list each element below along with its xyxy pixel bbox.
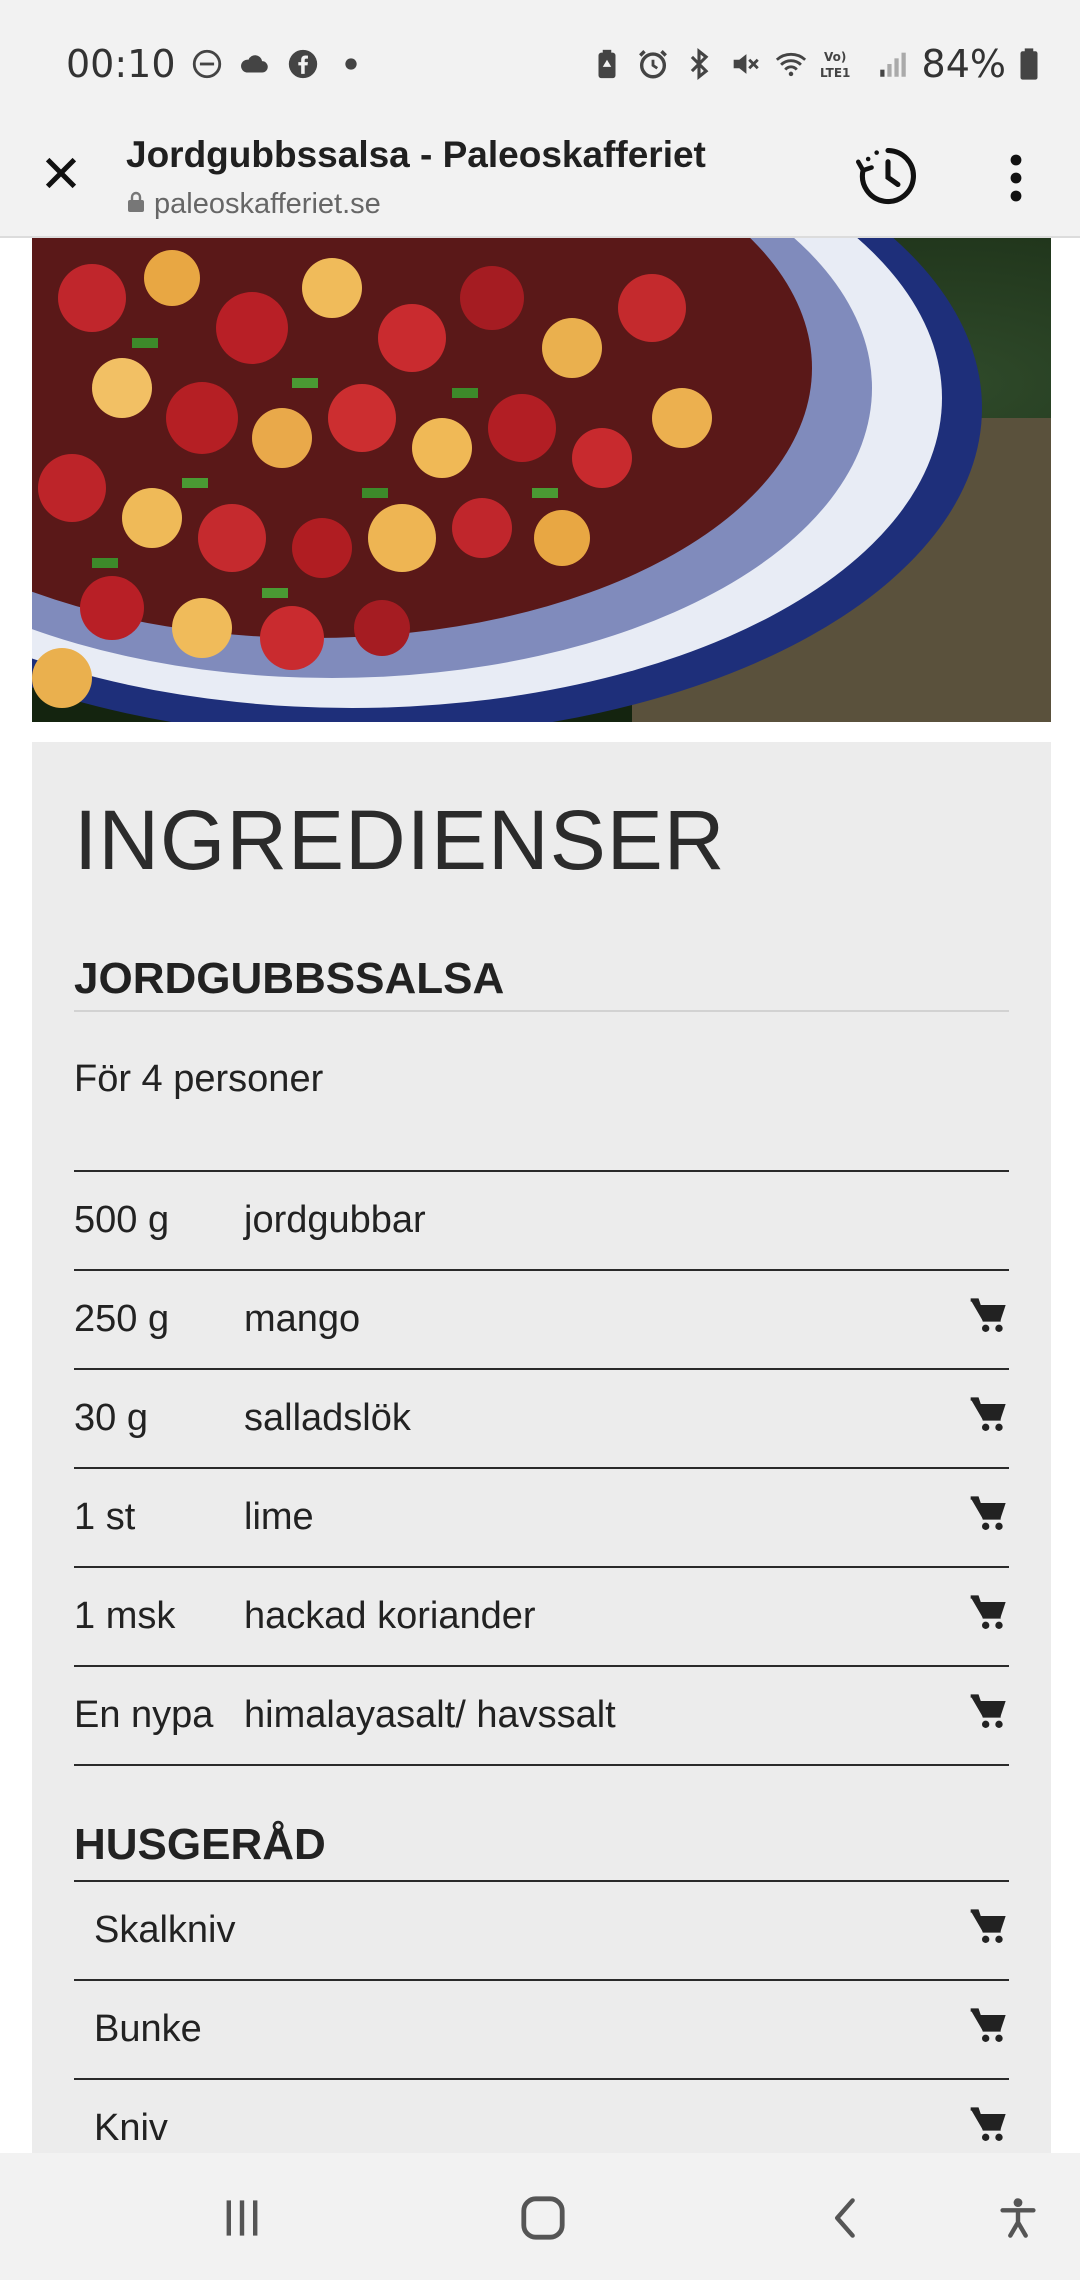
cart-icon[interactable] xyxy=(969,2104,1009,2144)
ingredient-row: 250 g mango xyxy=(74,1269,1009,1368)
url-row[interactable]: paleoskafferiet.se xyxy=(126,188,381,221)
ingredients-card: INGREDIENSER JORDGUBBSSALSA För 4 person… xyxy=(32,742,1051,2153)
tools-heading: HUSGERÅD xyxy=(74,1820,326,1869)
mute-icon xyxy=(728,47,762,81)
divider xyxy=(74,1010,1009,1012)
accessibility-icon xyxy=(1000,2198,1036,2238)
battery-icon xyxy=(1018,47,1040,81)
ingredient-name: hackad koriander xyxy=(244,1595,536,1637)
ingredient-row: 500 g jordgubbar xyxy=(74,1170,1009,1269)
facebook-icon xyxy=(286,47,320,81)
ingredients-heading: INGREDIENSER xyxy=(74,793,726,887)
home-icon xyxy=(521,2196,565,2240)
browser-toolbar: Jordgubbssalsa - Paleoskafferiet paleosk… xyxy=(0,130,1080,238)
volte-lte-icon: Vo) LTE1 xyxy=(820,47,864,81)
ingredient-amount: 30 g xyxy=(74,1397,148,1439)
history-icon xyxy=(855,147,916,205)
status-time: 00:10 xyxy=(66,42,176,86)
ingredient-name: lime xyxy=(244,1496,314,1538)
recent-apps-button[interactable] xyxy=(212,2191,272,2245)
accessibility-button[interactable] xyxy=(988,2191,1048,2245)
cart-icon[interactable] xyxy=(969,1394,1009,1434)
ingredient-row: 1 msk hackad koriander xyxy=(74,1566,1009,1665)
cart-icon[interactable] xyxy=(969,1906,1009,1946)
more-vert-icon xyxy=(1010,154,1022,202)
status-bar: 00:10 Vo) LTE1 84% xyxy=(0,0,1080,130)
cart-icon[interactable] xyxy=(969,1691,1009,1731)
page-title: Jordgubbssalsa - Paleoskafferiet xyxy=(126,134,706,175)
signal-icon xyxy=(876,47,910,81)
back-icon xyxy=(835,2198,855,2238)
ingredient-amount: 250 g xyxy=(74,1298,170,1340)
tool-row: Bunke xyxy=(74,1979,1009,2078)
url-text: paleoskafferiet.se xyxy=(154,188,381,220)
tool-name: Skalkniv xyxy=(94,1909,236,1951)
close-icon xyxy=(45,157,77,189)
cloud-icon xyxy=(238,47,272,81)
ingredient-name: mango xyxy=(244,1298,361,1340)
wifi-icon xyxy=(774,47,808,81)
back-button[interactable] xyxy=(816,2191,876,2245)
home-button[interactable] xyxy=(513,2191,573,2245)
bluetooth-icon xyxy=(682,47,716,81)
svg-text:Vo): Vo) xyxy=(824,50,846,64)
alarm-icon xyxy=(636,47,670,81)
ingredient-name: salladslök xyxy=(244,1397,411,1439)
cart-icon[interactable] xyxy=(969,1592,1009,1632)
cart-icon[interactable] xyxy=(969,1295,1009,1335)
system-navigation-bar xyxy=(0,2153,1080,2280)
notification-dot-icon xyxy=(334,47,368,81)
tool-row: Kniv xyxy=(74,2078,1009,2153)
status-left: 00:10 xyxy=(66,42,368,86)
ingredients-table: 500 g jordgubbar 250 g mango 30 g sallad… xyxy=(74,1170,1009,1766)
status-right: Vo) LTE1 84% xyxy=(590,42,1040,86)
ingredient-name: jordgubbar xyxy=(244,1199,426,1241)
tool-name: Bunke xyxy=(94,2008,202,2050)
tools-list: Skalkniv Bunke Kniv xyxy=(74,1880,1009,2153)
battery-saver-icon xyxy=(590,47,624,81)
battery-percentage: 84% xyxy=(921,42,1006,86)
ingredient-row: 30 g salladslök xyxy=(74,1368,1009,1467)
ingredient-row: En nypa himalayasalt/ havssalt xyxy=(74,1665,1009,1766)
tool-name: Kniv xyxy=(94,2107,168,2149)
ingredient-name: himalayasalt/ havssalt xyxy=(244,1694,616,1736)
ingredient-amount: 500 g xyxy=(74,1199,170,1241)
web-content[interactable]: INGREDIENSER JORDGUBBSSALSA För 4 person… xyxy=(0,238,1080,2153)
tool-row: Skalkniv xyxy=(74,1880,1009,1979)
menu-button[interactable] xyxy=(996,148,1036,208)
do-not-disturb-icon xyxy=(190,47,224,81)
recent-apps-icon xyxy=(226,2200,258,2236)
ingredient-amount: 1 st xyxy=(74,1496,136,1538)
cart-icon[interactable] xyxy=(969,1493,1009,1533)
history-button[interactable] xyxy=(854,142,922,210)
recipe-hero-image xyxy=(32,238,1051,722)
lock-icon xyxy=(126,191,146,218)
svg-text:LTE1: LTE1 xyxy=(820,66,850,80)
recipe-group-title: JORDGUBBSSALSA xyxy=(74,954,505,1003)
ingredient-amount: En nypa xyxy=(74,1694,214,1736)
ingredient-row: 1 st lime xyxy=(74,1467,1009,1566)
cart-icon[interactable] xyxy=(969,2005,1009,2045)
close-button[interactable] xyxy=(36,148,86,198)
servings-text: För 4 personer xyxy=(74,1058,324,1100)
ingredient-amount: 1 msk xyxy=(74,1595,176,1637)
